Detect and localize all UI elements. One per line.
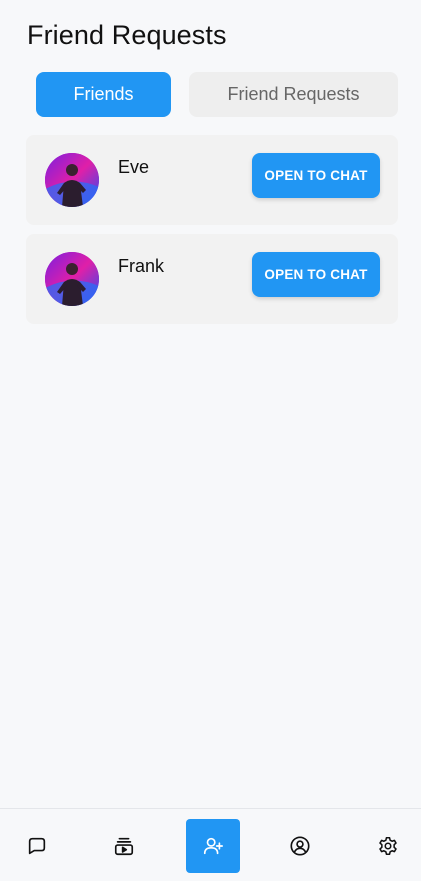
friend-card: Frank OPEN TO CHAT [26,234,398,324]
add-user-icon [203,837,223,855]
avatar [45,252,99,306]
nav-media[interactable] [97,819,151,873]
nav-add-friend[interactable] [186,819,240,873]
friend-name: Frank [118,256,165,276]
avatar-image [45,153,99,207]
nav-profile[interactable] [273,819,327,873]
open-to-chat-button[interactable]: OPEN TO CHAT [252,153,380,198]
open-to-chat-button[interactable]: OPEN TO CHAT [252,252,380,297]
gear-icon [379,836,397,856]
tab-friends[interactable]: Friends [36,72,171,117]
tab-friend-requests[interactable]: Friend Requests [189,72,398,117]
avatar [45,153,99,207]
profile-icon [290,836,310,856]
bottom-nav [0,808,421,881]
nav-settings[interactable] [361,819,415,873]
page-title: Friend Requests [27,20,227,50]
nav-chats[interactable] [10,819,64,873]
tab-bar: Friends Friend Requests [36,72,398,117]
friend-card: Eve OPEN TO CHAT [26,135,398,225]
friend-name: Eve [118,157,150,177]
app-screen: Friend Requests Friends Friend Requests [0,0,421,881]
chat-bubble-icon [28,837,46,855]
media-icon [114,837,134,856]
avatar-image [45,252,99,306]
